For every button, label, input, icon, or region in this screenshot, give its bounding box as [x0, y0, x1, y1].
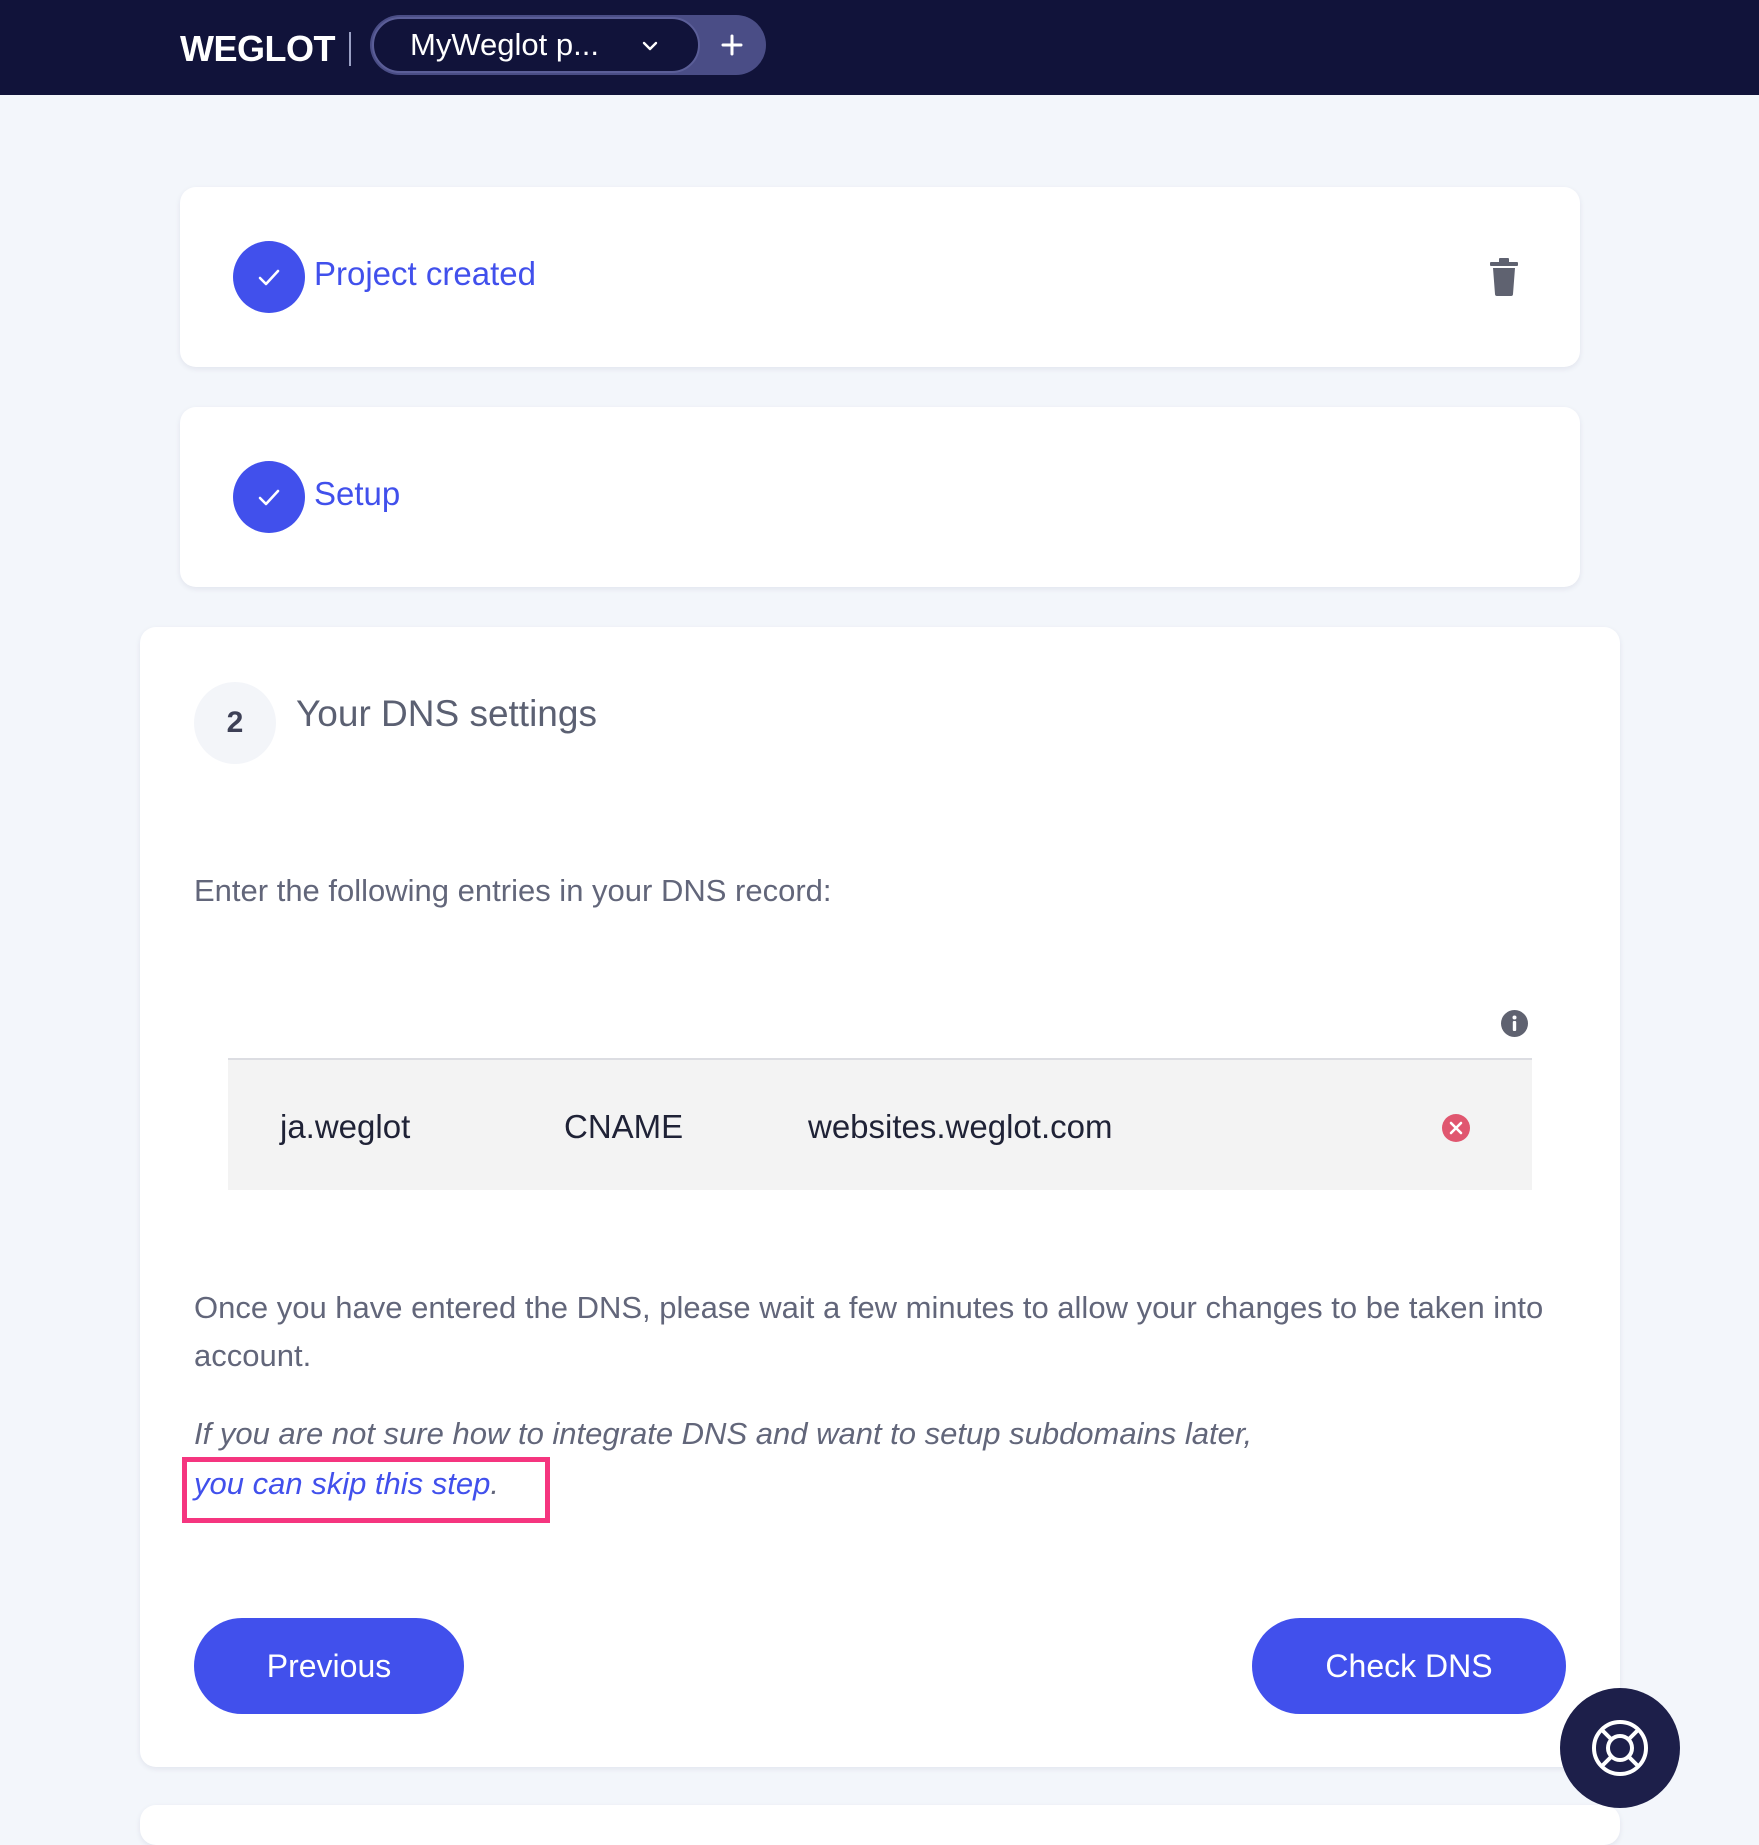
step-number-badge: 2: [194, 682, 276, 764]
chevron-down-icon: [642, 41, 658, 51]
remove-record-icon[interactable]: [1441, 1113, 1471, 1143]
dns-record-row: ja.weglot CNAME websites.weglot.com: [228, 1058, 1532, 1190]
lifebuoy-icon: [1592, 1720, 1648, 1776]
dns-settings-title: Your DNS settings: [296, 693, 597, 734]
project-name: MyWeglot p...: [410, 27, 599, 62]
dns-settings-card: [140, 627, 1620, 1767]
dns-record-value: websites.weglot.com: [808, 1108, 1113, 1145]
skip-step-link-container: you can skip this step.: [194, 1466, 499, 1502]
add-project-plus-icon[interactable]: [704, 17, 760, 73]
skip-step-period: .: [490, 1466, 500, 1501]
help-button[interactable]: [1560, 1688, 1680, 1808]
info-icon[interactable]: [1501, 1010, 1528, 1037]
delete-trash-icon[interactable]: [1488, 258, 1520, 296]
logo-divider: [349, 32, 351, 66]
check-dns-button[interactable]: Check DNS: [1252, 1618, 1566, 1714]
project-select-dropdown[interactable]: MyWeglot p...: [372, 17, 700, 73]
skip-step-note: If you are not sure how to integrate DNS…: [194, 1416, 1253, 1451]
weglot-logo[interactable]: WEGLOT: [180, 28, 335, 70]
previous-button[interactable]: Previous: [194, 1618, 464, 1714]
project-created-label[interactable]: Project created: [314, 255, 536, 293]
dns-record-type: CNAME: [564, 1108, 684, 1145]
setup-check-icon: [233, 461, 305, 533]
dns-instruction-text: Enter the following entries in your DNS …: [194, 873, 832, 908]
dns-wait-note: Once you have entered the DNS, please wa…: [194, 1290, 1544, 1373]
next-step-card: [140, 1805, 1620, 1845]
skip-step-link[interactable]: you can skip this step: [194, 1466, 490, 1501]
setup-label[interactable]: Setup: [314, 475, 400, 513]
project-created-check-icon: [233, 241, 305, 313]
dns-record-host: ja.weglot: [280, 1108, 411, 1145]
top-navigation-bar: WEGLOT MyWeglot p...: [0, 0, 1759, 95]
